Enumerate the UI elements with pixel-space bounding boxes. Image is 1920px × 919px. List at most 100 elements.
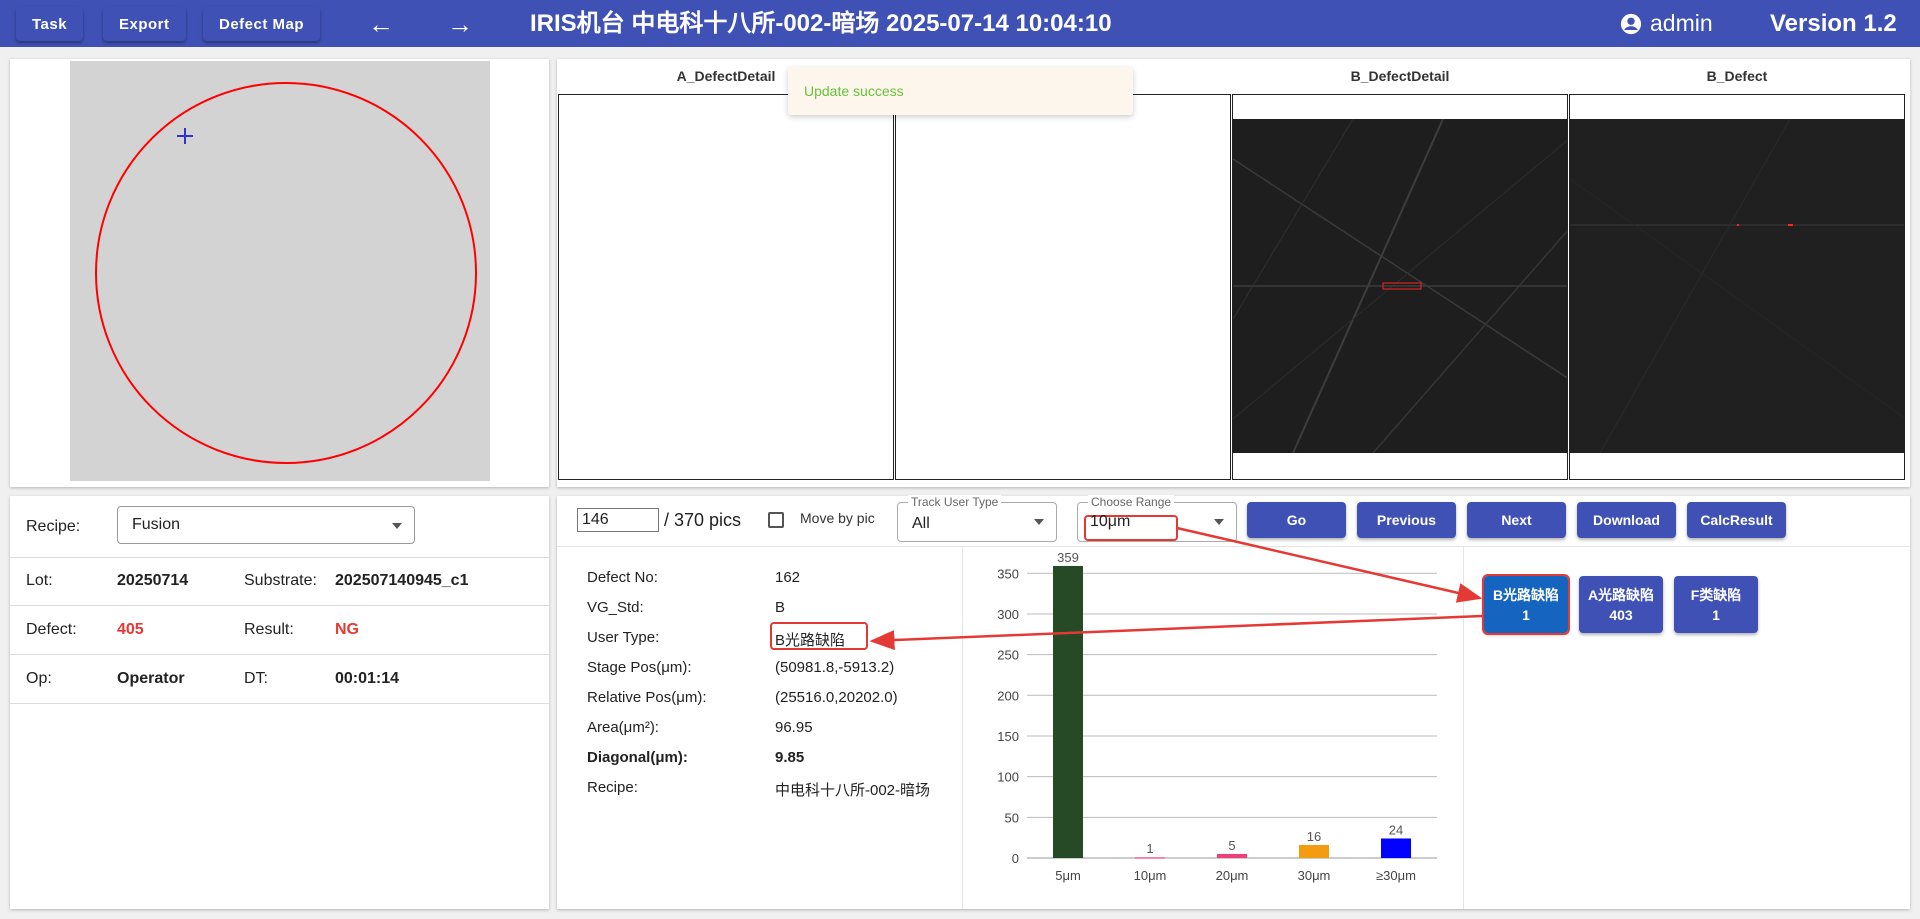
y-tick-label: 200 (997, 688, 1019, 703)
area-value: 96.95 (775, 719, 813, 736)
user-menu[interactable]: admin (1620, 0, 1713, 47)
defect-no-label: Defect No: (587, 569, 658, 586)
lot-value: 20250714 (117, 572, 189, 589)
image-column-a-defect-detail: A_DefectDetail (558, 59, 894, 485)
lot-info-panel: Recipe: Fusion Lot: 20250714 Substrate: … (10, 496, 549, 909)
a-defect-detail-image[interactable] (558, 94, 894, 480)
defect-marker (1788, 224, 1793, 226)
category-button-a-optical[interactable]: A光路缺陷 403 (1579, 576, 1663, 633)
wafer-map-panel (10, 59, 549, 487)
dt-value: 00:01:14 (335, 670, 400, 687)
x-tick-label: 10μm (1134, 868, 1167, 883)
bar-value-label: 16 (1307, 829, 1321, 844)
histogram-bar (1299, 844, 1329, 858)
op-row: Op: Operator DT: 00:01:14 (10, 655, 549, 704)
y-tick-label: 100 (997, 770, 1019, 785)
wafer-map[interactable] (70, 61, 490, 481)
calc-result-button[interactable]: CalcResult (1687, 502, 1786, 538)
bar-value-label: 359 (1057, 550, 1079, 565)
chevron-down-icon (1214, 519, 1224, 525)
b-defect-detail-image[interactable] (1232, 94, 1568, 480)
track-user-type-value: All (912, 515, 930, 532)
darkfield-overview (1570, 118, 1904, 454)
user-type-value: B光路缺陷 (775, 632, 846, 649)
recipe-row: Recipe: Fusion (10, 496, 549, 558)
move-by-pic-label: Move by pic (800, 510, 875, 526)
diagonal-label: Diagonal(μm): (587, 749, 688, 766)
choose-range-label: Choose Range (1088, 495, 1175, 509)
dt-label: DT: (244, 670, 268, 687)
update-success-toast: Update success (788, 67, 1133, 115)
back-arrow-icon[interactable]: ← (368, 7, 394, 41)
lot-row: Lot: 20250714 Substrate: 202507140945_c1 (10, 557, 549, 606)
defect-label: Defect: (26, 621, 77, 638)
detail-recipe-label: Recipe: (587, 779, 638, 796)
y-tick-label: 250 (997, 648, 1019, 663)
image-column-b-defect-detail: B_DefectDetail (1232, 59, 1568, 485)
a-defect-image[interactable] (895, 94, 1231, 480)
defect-map-button[interactable]: Defect Map (203, 7, 321, 41)
y-tick-label: 350 (997, 566, 1019, 581)
previous-button[interactable]: Previous (1357, 502, 1456, 538)
bar-value-label: 24 (1389, 822, 1403, 837)
x-tick-label: 20μm (1216, 868, 1249, 883)
top-app-bar: Task Export Defect Map ← → IRIS机台 中电科十八所… (0, 0, 1920, 47)
bar-value-label: 5 (1228, 838, 1235, 853)
histogram-bar (1053, 565, 1083, 858)
navigation-toolbar: 146 / 370 pics Move by pic Track User Ty… (557, 495, 1910, 547)
image-column-b-defect: B_Defect (1569, 59, 1905, 485)
defect-marker-icon[interactable] (177, 128, 193, 144)
task-button[interactable]: Task (16, 7, 84, 41)
page-title: IRIS机台 中电科十八所-002-暗场 2025-07-14 10:04:10 (530, 10, 1112, 37)
move-by-pic-checkbox[interactable] (768, 512, 784, 528)
darkfield-scratches (1233, 118, 1567, 454)
wafer-map-svg (95, 82, 477, 464)
category-count: 403 (1609, 606, 1633, 623)
category-name: F类缺陷 (1690, 586, 1742, 603)
category-button-f-class[interactable]: F类缺陷 1 (1674, 576, 1758, 633)
recipe-select[interactable]: Fusion (117, 506, 415, 544)
defect-no-value: 162 (775, 569, 801, 586)
category-button-b-optical[interactable]: B光路缺陷 1 (1482, 574, 1570, 635)
vg-std-label: VG_Std: (587, 599, 644, 616)
choose-range-select[interactable]: Choose Range 10μm (1077, 495, 1237, 542)
image-caption: B_DefectDetail (1350, 68, 1450, 84)
x-tick-label: 30μm (1298, 868, 1331, 883)
substrate-value: 202507140945_c1 (335, 572, 469, 589)
chevron-down-icon (1034, 519, 1044, 525)
defect-analysis-panel: 146 / 370 pics Move by pic Track User Ty… (557, 495, 1910, 909)
x-tick-label: 5μm (1055, 868, 1081, 883)
forward-arrow-icon[interactable]: → (447, 7, 473, 41)
b-defect-image[interactable] (1569, 94, 1905, 480)
pic-number-input[interactable]: 146 (577, 508, 659, 532)
relative-pos-value: (25516.0,20202.0) (775, 689, 898, 706)
bar-value-label: 1 (1146, 841, 1153, 856)
lot-label: Lot: (26, 572, 53, 589)
track-user-type-select[interactable]: Track User Type All (897, 495, 1057, 542)
category-name: B光路缺陷 (1492, 586, 1560, 603)
go-button[interactable]: Go (1247, 502, 1346, 538)
export-button[interactable]: Export (103, 7, 186, 41)
relative-pos-label: Relative Pos(μm): (587, 689, 707, 706)
substrate-label: Substrate: (244, 572, 317, 589)
defect-detail-list: Defect No: 162 VG_Std: B User Type: B光路缺… (557, 547, 963, 909)
area-label: Area(μm²): (587, 719, 659, 736)
wafer-outline (95, 82, 477, 464)
category-name: A光路缺陷 (1587, 586, 1655, 603)
category-count: 1 (1712, 606, 1720, 623)
defect-size-histogram: 0 50 100 150 200 250 300 350 359 5μm 1 10μm 5 20μm 16 3… (963, 547, 1464, 909)
next-button[interactable]: Next (1467, 502, 1566, 538)
stage-pos-value: (50981.8,-5913.2) (775, 659, 895, 676)
image-column-2 (895, 59, 1231, 485)
download-button[interactable]: Download (1577, 502, 1676, 538)
y-tick-label: 50 (1005, 810, 1019, 825)
pic-total: / 370 pics (664, 510, 742, 530)
vg-std-value: B (775, 599, 786, 616)
histogram-bar (1135, 857, 1165, 859)
darkfield-image (1233, 118, 1567, 454)
stage-pos-label: Stage Pos(μm): (587, 659, 692, 676)
y-tick-label: 300 (997, 607, 1019, 622)
recipe-label: Recipe: (26, 518, 81, 535)
histogram-svg: 0 50 100 150 200 250 300 350 359 5μm 1 10μm 5 20μm 16 3… (997, 550, 1437, 883)
version-label: Version 1.2 (1770, 10, 1897, 37)
